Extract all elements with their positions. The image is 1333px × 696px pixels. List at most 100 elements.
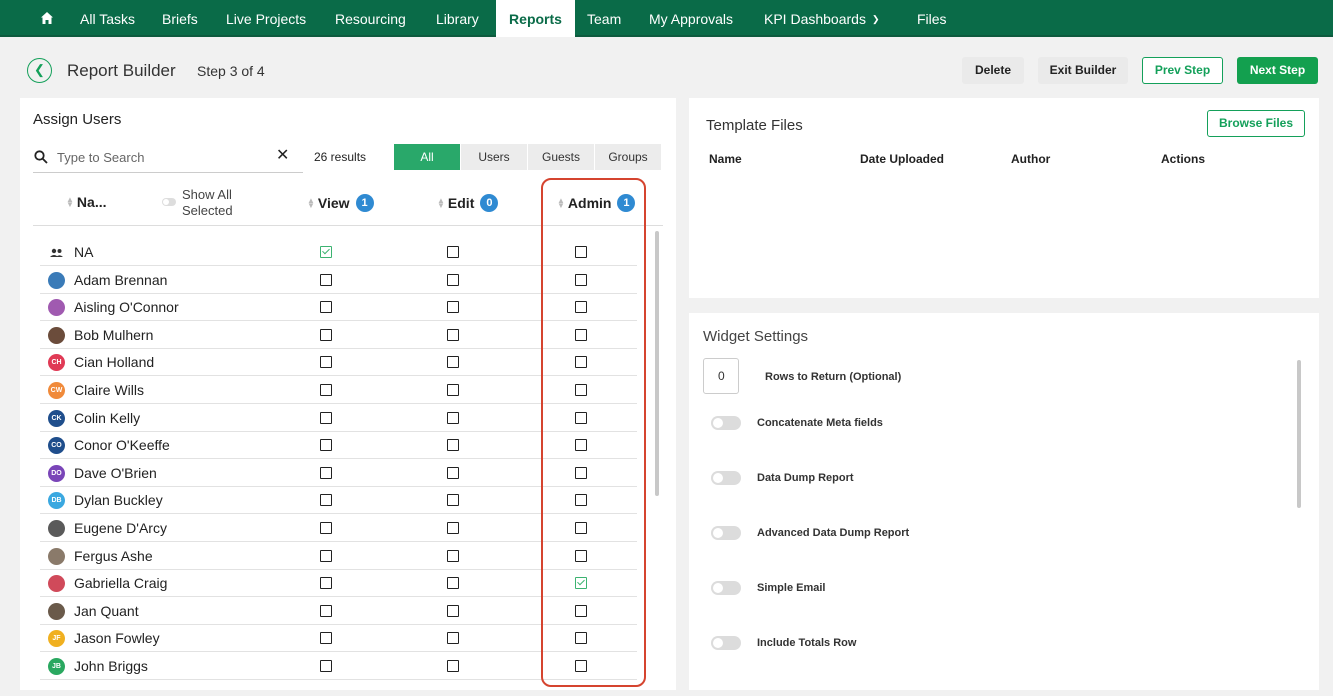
list-scrollbar[interactable] [655, 231, 659, 496]
delete-button[interactable]: Delete [962, 57, 1024, 84]
nav-resourcing[interactable]: Resourcing [335, 0, 406, 37]
edit-column-header[interactable]: ▲ ▼ Edit 0 [437, 194, 499, 212]
edit-checkbox[interactable] [447, 301, 459, 314]
filter-tabs: All Users Guests Groups [394, 144, 662, 170]
name-column-header[interactable]: ▲ ▼ Na... [66, 194, 107, 210]
exit-builder-button[interactable]: Exit Builder [1038, 57, 1128, 84]
edit-checkbox[interactable] [447, 384, 459, 396]
tf-col-name: Name [709, 152, 742, 166]
view-column-label: View [317, 195, 350, 211]
nav-my-approvals[interactable]: My Approvals [649, 0, 733, 37]
name-column-label: Na... [76, 194, 107, 210]
avatar [48, 299, 65, 317]
view-checkbox[interactable] [320, 466, 332, 479]
view-checkbox[interactable] [320, 246, 332, 258]
view-checkbox[interactable] [320, 356, 332, 369]
step-indicator: Step 3 of 4 [197, 63, 265, 79]
edit-checkbox[interactable] [447, 604, 459, 617]
edit-checkbox[interactable] [447, 660, 459, 672]
nav-team[interactable]: Team [587, 0, 621, 37]
edit-checkbox[interactable] [447, 466, 459, 479]
view-count-badge: 1 [355, 194, 374, 212]
data-dump-toggle[interactable] [711, 471, 741, 485]
show-all-selected-label: Show All Selected [182, 187, 233, 219]
nav-all-tasks[interactable]: All Tasks [80, 0, 135, 37]
user-name: NA [74, 244, 94, 260]
view-checkbox[interactable] [320, 301, 332, 314]
edit-checkbox[interactable] [447, 246, 459, 258]
nav-live-projects[interactable]: Live Projects [226, 0, 306, 37]
edit-checkbox[interactable] [447, 356, 459, 369]
nav-briefs[interactable]: Briefs [162, 0, 198, 37]
concatenate-meta-label: Concatenate Meta fields [757, 417, 883, 429]
home-icon[interactable] [40, 11, 54, 25]
user-name: Dylan Buckley [74, 492, 163, 509]
edit-checkbox[interactable] [447, 494, 459, 507]
user-name: Adam Brennan [74, 271, 168, 288]
widget-settings-title: Widget Settings [703, 328, 809, 345]
show-all-toggle[interactable] [162, 198, 176, 206]
results-count: 26 results [314, 150, 367, 164]
prev-step-button[interactable]: Prev Step [1142, 57, 1223, 84]
edit-checkbox[interactable] [447, 439, 459, 452]
view-checkbox[interactable] [320, 328, 332, 341]
nav-kpi-dashboards[interactable]: KPI Dashboards ❯ [764, 0, 880, 37]
avatar: JB [48, 658, 65, 675]
next-step-button[interactable]: Next Step [1237, 57, 1318, 84]
view-checkbox[interactable] [320, 439, 332, 452]
selected-label: Selected [182, 203, 233, 218]
edit-checkbox[interactable] [447, 632, 459, 645]
advanced-data-dump-toggle[interactable] [711, 526, 741, 540]
view-column-header[interactable]: ▲ ▼ View 1 [307, 194, 374, 212]
view-checkbox[interactable] [320, 411, 332, 424]
settings-scrollbar[interactable] [1297, 360, 1301, 508]
avatar [48, 575, 65, 593]
filter-groups[interactable]: Groups [595, 144, 662, 170]
advanced-data-dump-label: Advanced Data Dump Report [757, 527, 910, 539]
view-checkbox[interactable] [320, 494, 332, 507]
nav-files[interactable]: Files [917, 0, 947, 37]
page-header: ❮ Report Builder Step 3 of 4 Delete Exit… [0, 37, 1333, 99]
group-icon [50, 248, 63, 257]
close-icon[interactable]: ✕ [276, 148, 289, 164]
edit-checkbox[interactable] [447, 522, 459, 534]
concatenate-meta-toggle[interactable] [711, 416, 741, 430]
browse-files-button[interactable]: Browse Files [1207, 110, 1305, 137]
sort-icon: ▲ ▼ [307, 196, 315, 210]
avatar [48, 602, 65, 620]
user-name: Claire Wills [74, 382, 144, 398]
tf-col-date-uploaded: Date Uploaded [860, 152, 945, 166]
filter-guests[interactable]: Guests [528, 144, 595, 170]
view-checkbox[interactable] [320, 549, 332, 562]
sort-icon: ▲ ▼ [437, 196, 445, 210]
edit-checkbox[interactable] [447, 273, 459, 286]
back-arrow-icon[interactable]: ❮ [27, 58, 52, 83]
view-checkbox[interactable] [320, 604, 332, 617]
view-checkbox[interactable] [320, 660, 332, 672]
user-name: Eugene D'Arcy [74, 520, 167, 536]
view-checkbox[interactable] [320, 577, 332, 590]
chevron-down-icon: ❯ [871, 14, 880, 24]
avatar [48, 271, 65, 289]
rows-to-return-input[interactable]: 0 [703, 358, 739, 394]
search-underline [33, 172, 303, 173]
nav-library[interactable]: Library [436, 0, 479, 37]
avatar: CK [48, 409, 65, 427]
filter-users[interactable]: Users [461, 144, 528, 170]
edit-checkbox[interactable] [447, 577, 459, 590]
view-checkbox[interactable] [320, 632, 332, 645]
filter-all[interactable]: All [394, 144, 461, 170]
view-checkbox[interactable] [320, 273, 332, 286]
avatar: JF [48, 630, 65, 648]
top-nav: All Tasks Briefs Live Projects Resourcin… [0, 0, 1333, 37]
edit-checkbox[interactable] [447, 549, 459, 562]
edit-checkbox[interactable] [447, 328, 459, 341]
simple-email-toggle[interactable] [711, 581, 741, 595]
view-checkbox[interactable] [320, 522, 332, 534]
user-name: Colin Kelly [74, 409, 141, 426]
edit-checkbox[interactable] [447, 411, 459, 424]
nav-reports[interactable]: Reports [496, 0, 575, 37]
view-checkbox[interactable] [320, 384, 332, 396]
include-totals-toggle[interactable] [711, 636, 741, 650]
search-input[interactable] [57, 146, 267, 168]
